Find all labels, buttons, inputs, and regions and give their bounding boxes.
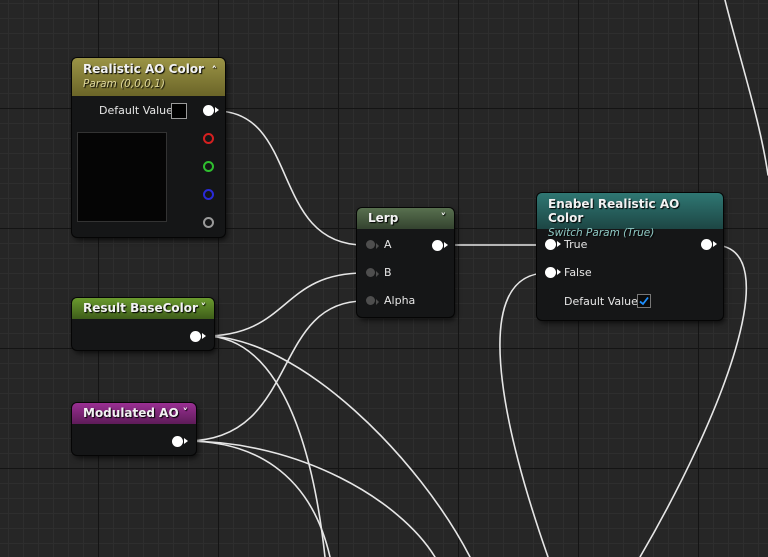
lerp-node[interactable]: Lerp ˅ A B Alpha <box>357 208 454 317</box>
modulated-ao-output-pin[interactable] <box>172 436 188 447</box>
lerp-b-label: B <box>384 266 392 279</box>
node-subtitle: Param (0,0,0,1) <box>83 78 166 90</box>
blue-output-pin[interactable] <box>203 189 214 200</box>
red-output-pin[interactable] <box>203 133 214 144</box>
alpha-output-pin[interactable] <box>203 217 214 228</box>
default-value-label: Default Value <box>99 104 173 117</box>
lerp-b-pin[interactable] <box>366 268 379 277</box>
switch-true-label: True <box>564 238 588 251</box>
color-swatch[interactable] <box>171 103 187 119</box>
node-header[interactable]: Enabel Realistic AO Color Switch Param (… <box>537 193 723 239</box>
chevron-down-icon[interactable]: ˅ <box>441 211 447 224</box>
checkmark-icon <box>639 296 649 306</box>
default-value-checkbox[interactable] <box>637 294 651 308</box>
modulated-ao-node[interactable]: Modulated AO ˅ <box>72 403 196 455</box>
switch-param-node[interactable]: Enabel Realistic AO Color Switch Param (… <box>537 193 723 320</box>
chevron-down-icon[interactable]: ˅ <box>183 406 189 419</box>
node-title: Lerp <box>368 211 399 225</box>
node-header[interactable]: Lerp ˅ <box>357 208 454 229</box>
color-preview <box>77 132 167 222</box>
rgba-output-pin[interactable] <box>203 105 219 116</box>
switch-false-label: False <box>564 266 592 279</box>
result-basecolor-node[interactable]: Result BaseColor ˅ <box>72 298 214 350</box>
node-header[interactable]: Realistic AO Color Param (0,0,0,1) ˄ <box>72 58 225 96</box>
default-value-label: Default Value <box>564 295 638 308</box>
chevron-down-icon[interactable]: ˅ <box>201 301 207 314</box>
node-header[interactable]: Result BaseColor ˅ <box>72 298 214 319</box>
node-title: Enabel Realistic AO Color <box>548 197 680 225</box>
wire-ao-color-to-lerp-a[interactable] <box>215 110 365 246</box>
lerp-alpha-label: Alpha <box>384 294 416 307</box>
node-title: Result BaseColor <box>83 301 198 315</box>
lerp-a-label: A <box>384 238 392 251</box>
switch-output-pin[interactable] <box>701 239 717 250</box>
lerp-a-pin[interactable] <box>366 240 379 249</box>
lerp-output-pin[interactable] <box>432 240 448 251</box>
switch-false-pin[interactable] <box>545 267 561 278</box>
chevron-up-icon[interactable]: ˄ <box>212 64 218 77</box>
wire-base-out-1[interactable] <box>203 335 326 557</box>
wire-ao-out-2[interactable] <box>185 440 436 557</box>
realistic-ao-color-node[interactable]: Realistic AO Color Param (0,0,0,1) ˄ Def… <box>72 58 225 237</box>
node-title: Modulated AO <box>83 406 179 420</box>
basecolor-output-pin[interactable] <box>190 331 206 342</box>
node-header[interactable]: Modulated AO ˅ <box>72 403 196 424</box>
switch-true-pin[interactable] <box>545 239 561 250</box>
lerp-alpha-pin[interactable] <box>366 296 379 305</box>
wire-ao-out-1[interactable] <box>185 440 331 557</box>
green-output-pin[interactable] <box>203 161 214 172</box>
wire-top-right[interactable] <box>724 0 768 176</box>
node-title: Realistic AO Color <box>83 62 204 76</box>
